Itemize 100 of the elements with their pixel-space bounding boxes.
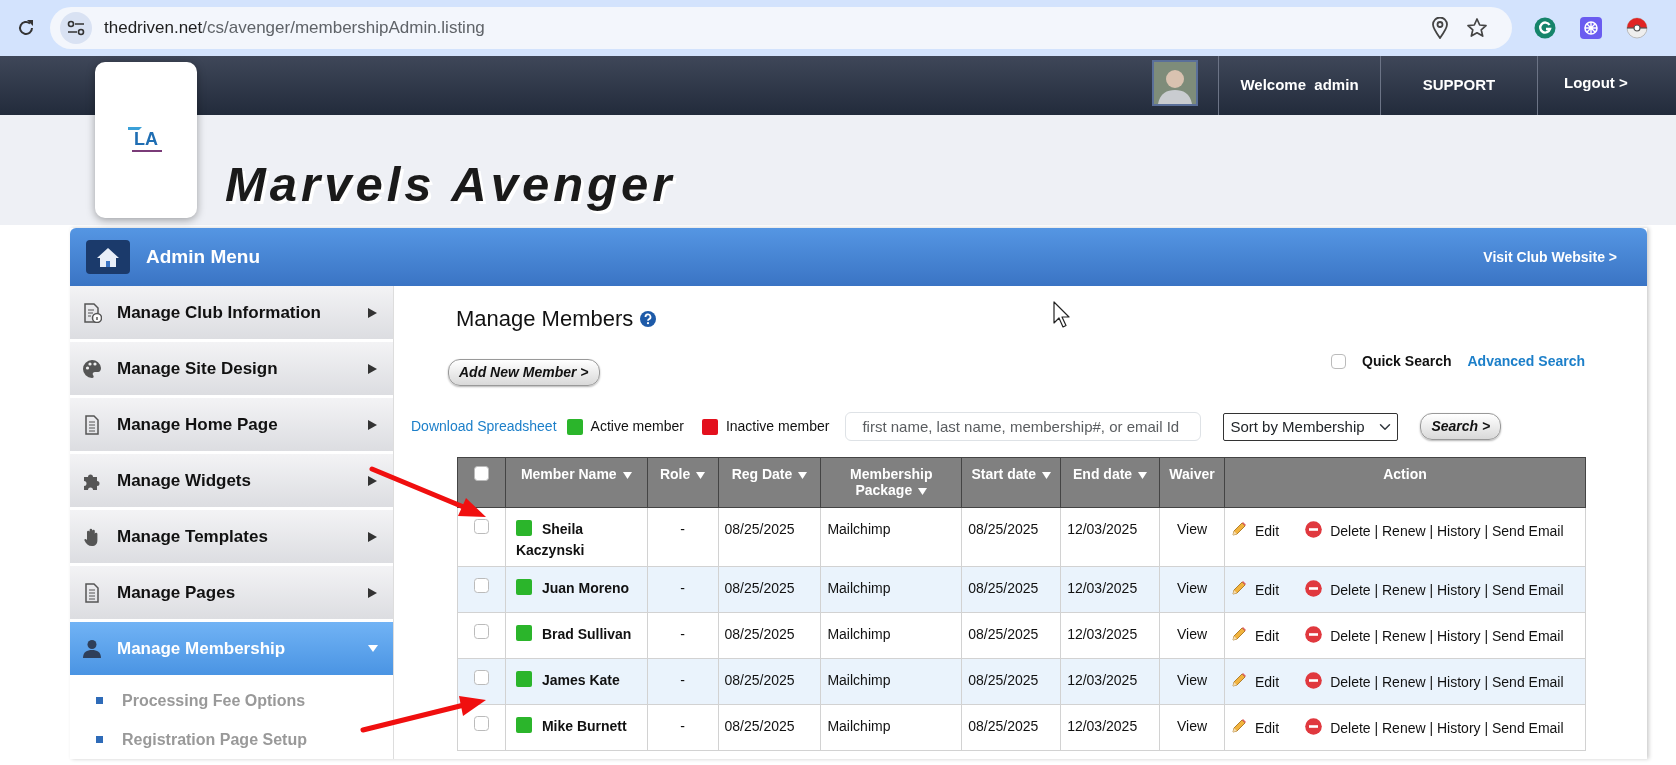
pencil-icon bbox=[1231, 672, 1247, 689]
sidebar-item[interactable]: Manage Home Page bbox=[70, 398, 393, 451]
table-cell-text: 08/25/2025 bbox=[968, 671, 1039, 688]
extension-ball-icon[interactable] bbox=[1626, 17, 1648, 39]
column-header[interactable]: End date bbox=[1060, 457, 1160, 508]
sort-arrow-icon bbox=[622, 472, 632, 480]
document-icon bbox=[82, 414, 102, 435]
action-links[interactable]: Delete | Renew | History | Send Email bbox=[1330, 671, 1564, 693]
reload-icon[interactable] bbox=[16, 18, 36, 38]
table-cell-text: 08/25/2025 bbox=[724, 520, 795, 537]
column-header[interactable]: Role bbox=[647, 457, 718, 508]
visit-website-link[interactable]: Visit Club Website > bbox=[1483, 246, 1617, 268]
download-spreadsheet-link[interactable]: Download Spreadsheet bbox=[411, 416, 557, 438]
home-button[interactable] bbox=[86, 240, 130, 274]
bullet-icon bbox=[96, 736, 103, 743]
advanced-search-link[interactable]: Advanced Search bbox=[1467, 350, 1585, 372]
delete-icon bbox=[1305, 579, 1323, 597]
table-cell-text: - bbox=[680, 625, 685, 642]
sidebar-item[interactable]: Manage Club Information bbox=[70, 286, 393, 339]
search-button[interactable]: Search > bbox=[1420, 413, 1502, 441]
site-title: Marvels Avenger bbox=[225, 156, 677, 213]
view-link[interactable]: View bbox=[1176, 671, 1208, 688]
member-name: Brad Sullivan bbox=[541, 625, 632, 642]
column-header[interactable]: Start date bbox=[961, 457, 1061, 508]
welcome-text: Welcome admin bbox=[1240, 75, 1359, 96]
sort-dropdown[interactable]: Sort by Membership bbox=[1223, 412, 1399, 441]
star-icon[interactable] bbox=[1466, 17, 1488, 39]
member-name: Mike Burnett bbox=[541, 717, 627, 734]
view-link[interactable]: View bbox=[1176, 717, 1208, 734]
extension-g-icon[interactable] bbox=[1534, 17, 1556, 39]
sidebar-item[interactable]: Manage Pages bbox=[70, 566, 393, 619]
person-icon bbox=[82, 638, 102, 659]
admin-menu-title: Admin Menu bbox=[146, 244, 260, 269]
table-cell-text: 08/25/2025 bbox=[968, 717, 1039, 734]
row-checkbox[interactable] bbox=[473, 577, 489, 593]
right-triangle-icon bbox=[367, 586, 379, 599]
action-links[interactable]: Delete | Renew | History | Send Email bbox=[1330, 625, 1564, 647]
sort-arrow-icon bbox=[1138, 472, 1148, 480]
edit-link[interactable]: Edit bbox=[1255, 671, 1280, 693]
edit-link[interactable]: Edit bbox=[1255, 520, 1280, 542]
tune-icon bbox=[67, 20, 85, 36]
member-name: Sheila Kaczynski bbox=[515, 520, 585, 558]
table-cell-text: - bbox=[680, 520, 685, 537]
action-links[interactable]: Delete | Renew | History | Send Email bbox=[1330, 717, 1564, 739]
view-link[interactable]: View bbox=[1176, 520, 1208, 537]
edit-link[interactable]: Edit bbox=[1255, 579, 1280, 601]
row-checkbox[interactable] bbox=[473, 669, 489, 685]
site-info-button[interactable] bbox=[60, 12, 92, 44]
logo-drawing: LA bbox=[126, 123, 166, 157]
palette-icon bbox=[82, 358, 102, 379]
sidebar-item[interactable]: Manage Widgets bbox=[70, 454, 393, 507]
sidebar-item[interactable]: Manage Templates bbox=[70, 510, 393, 563]
pencil-icon bbox=[1231, 626, 1247, 643]
page-title: Manage Members bbox=[456, 306, 634, 333]
extension-snowflake-icon[interactable] bbox=[1580, 17, 1602, 39]
column-header[interactable]: Membership Package bbox=[820, 457, 962, 508]
column-header: Waiver bbox=[1159, 457, 1225, 508]
row-checkbox[interactable] bbox=[473, 518, 489, 534]
house-icon bbox=[96, 246, 120, 268]
help-icon[interactable] bbox=[640, 311, 657, 328]
table-cell-text: 08/25/2025 bbox=[724, 579, 795, 596]
table-cell-text: Mailchimp bbox=[827, 520, 891, 537]
table-cell-text: 08/25/2025 bbox=[724, 625, 795, 642]
table-cell-text: - bbox=[680, 579, 685, 596]
column-header[interactable]: Reg Date bbox=[718, 457, 821, 508]
sort-arrow-icon bbox=[798, 472, 808, 480]
sort-arrow-icon bbox=[918, 488, 928, 496]
address-bar[interactable]: thedriven.net/cs/avenger/membershipAdmin.listing bbox=[50, 7, 1512, 49]
add-member-button[interactable]: Add New Member > bbox=[448, 359, 600, 387]
table-cell-text: 12/03/2025 bbox=[1067, 717, 1138, 734]
table-cell-text: 12/03/2025 bbox=[1067, 520, 1138, 537]
bullet-icon bbox=[96, 697, 103, 704]
checkbox[interactable] bbox=[1331, 353, 1346, 369]
document-icon bbox=[82, 582, 102, 603]
table-cell-text: Mailchimp bbox=[827, 717, 891, 734]
view-link[interactable]: View bbox=[1176, 579, 1208, 596]
document-info-icon bbox=[82, 302, 102, 323]
pencil-icon bbox=[1231, 521, 1247, 538]
row-checkbox[interactable] bbox=[473, 623, 489, 639]
select-all-checkbox[interactable] bbox=[473, 466, 489, 482]
legend-label: Inactive member bbox=[725, 417, 830, 437]
search-field[interactable]: first name, last name, membership#, or email Id bbox=[845, 412, 1202, 442]
edit-link[interactable]: Edit bbox=[1255, 625, 1280, 647]
sidebar-item[interactable]: Manage Site Design bbox=[70, 342, 393, 395]
sort-arrow-icon bbox=[1041, 472, 1051, 480]
table-cell-text: Mailchimp bbox=[827, 671, 891, 688]
edit-link[interactable]: Edit bbox=[1255, 717, 1280, 739]
column-header[interactable]: Member Name bbox=[505, 457, 648, 508]
action-links[interactable]: Delete | Renew | History | Send Email bbox=[1330, 520, 1564, 542]
mouse-cursor-icon bbox=[1053, 301, 1070, 328]
location-pin-icon[interactable] bbox=[1432, 17, 1448, 39]
table-cell-text: 08/25/2025 bbox=[968, 520, 1039, 537]
url-text: thedriven.net/cs/avenger/membershipAdmin.listing bbox=[104, 17, 485, 40]
table-cell-text: 12/03/2025 bbox=[1067, 625, 1138, 642]
action-links[interactable]: Delete | Renew | History | Send Email bbox=[1330, 579, 1564, 601]
delete-icon bbox=[1305, 625, 1323, 643]
member-name: James Kate bbox=[541, 671, 620, 688]
row-checkbox[interactable] bbox=[473, 715, 489, 731]
view-link[interactable]: View bbox=[1176, 625, 1208, 642]
right-triangle-icon bbox=[367, 362, 379, 375]
